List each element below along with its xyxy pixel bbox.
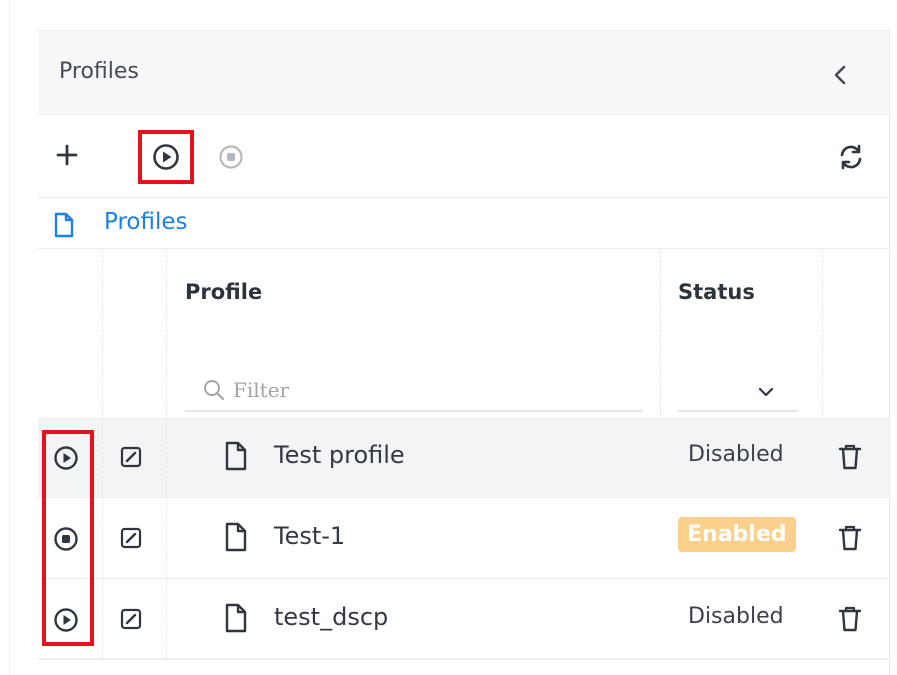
edit-icon xyxy=(120,446,142,468)
collapse-button[interactable] xyxy=(826,61,854,89)
chevron-down-icon xyxy=(758,387,774,397)
edit-profile-button[interactable] xyxy=(118,444,144,470)
trash-icon xyxy=(838,444,862,470)
column-header-status[interactable]: Status xyxy=(678,280,755,304)
edit-icon xyxy=(120,608,142,630)
column-divider xyxy=(102,250,103,416)
column-divider xyxy=(166,498,167,579)
column-divider xyxy=(166,250,167,416)
add-profile-button[interactable] xyxy=(52,140,82,170)
plus-icon xyxy=(56,144,78,166)
trash-icon xyxy=(838,606,862,632)
file-icon xyxy=(54,212,74,238)
edit-icon xyxy=(120,527,142,549)
column-divider xyxy=(166,417,167,498)
column-divider xyxy=(102,417,103,498)
panel-header: Profiles xyxy=(38,31,889,115)
stop-profiles-button[interactable] xyxy=(214,140,248,174)
file-icon xyxy=(225,441,247,471)
file-icon xyxy=(225,603,247,633)
status-badge: Enabled xyxy=(678,517,796,552)
refresh-button[interactable] xyxy=(834,140,868,174)
status-label: Disabled xyxy=(688,604,784,629)
filter-input[interactable] xyxy=(233,372,633,408)
table-row[interactable]: test_dscp Disabled xyxy=(38,579,889,660)
column-divider xyxy=(102,498,103,579)
status-label: Disabled xyxy=(688,442,784,467)
profile-name[interactable]: Test profile xyxy=(274,441,405,469)
search-icon xyxy=(204,380,224,400)
refresh-icon xyxy=(840,144,862,170)
toolbar xyxy=(38,116,889,198)
edit-profile-button[interactable] xyxy=(118,606,144,632)
run-column-highlight xyxy=(42,430,94,646)
profile-name[interactable]: Test-1 xyxy=(274,522,345,550)
divider xyxy=(38,658,889,659)
breadcrumb-profiles-link[interactable]: Profiles xyxy=(104,209,188,235)
column-header-profile[interactable]: Profile xyxy=(185,280,262,304)
delete-profile-button[interactable] xyxy=(836,603,864,635)
column-divider xyxy=(102,579,103,660)
column-divider xyxy=(166,579,167,660)
stop-circle-icon xyxy=(219,145,243,169)
table-row[interactable]: Test profile Disabled xyxy=(38,417,889,498)
trash-icon xyxy=(838,525,862,551)
file-icon xyxy=(225,522,247,552)
left-edge xyxy=(0,0,10,675)
profiles-panel: Profiles Profiles Profile Status Filter … xyxy=(38,30,889,675)
profile-filter xyxy=(185,368,643,412)
table-row[interactable]: Test-1 Enabled xyxy=(38,498,889,579)
profile-name[interactable]: test_dscp xyxy=(274,603,388,631)
status-filter-select[interactable] xyxy=(678,368,798,412)
play-circle-icon xyxy=(153,144,179,170)
breadcrumb: Profiles xyxy=(38,199,889,249)
edit-profile-button[interactable] xyxy=(118,525,144,551)
right-edge xyxy=(889,30,897,675)
column-divider xyxy=(822,250,823,416)
delete-profile-button[interactable] xyxy=(836,522,864,554)
table-header: Profile Status xyxy=(38,250,889,416)
panel-title: Profiles xyxy=(59,59,139,84)
delete-profile-button[interactable] xyxy=(836,441,864,473)
column-divider xyxy=(660,250,661,416)
chevron-left-icon xyxy=(834,65,846,85)
run-profiles-button[interactable] xyxy=(138,130,194,184)
